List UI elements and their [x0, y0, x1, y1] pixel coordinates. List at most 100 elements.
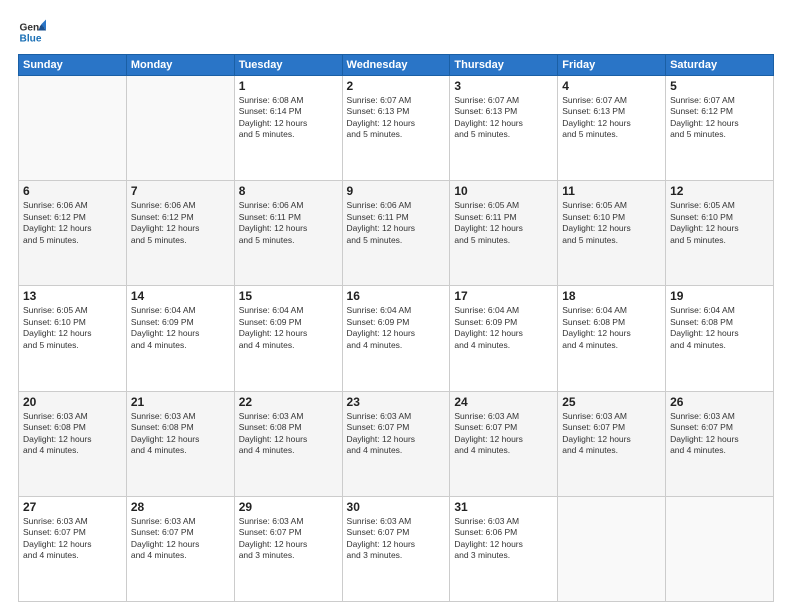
day-info: Sunrise: 6:03 AM Sunset: 6:07 PM Dayligh… [454, 411, 553, 457]
day-info: Sunrise: 6:06 AM Sunset: 6:12 PM Dayligh… [131, 200, 230, 246]
calendar-day-cell: 15Sunrise: 6:04 AM Sunset: 6:09 PM Dayli… [234, 286, 342, 391]
calendar-day-cell: 11Sunrise: 6:05 AM Sunset: 6:10 PM Dayli… [558, 181, 666, 286]
logo-icon: General Blue [18, 18, 46, 46]
day-number: 15 [239, 289, 338, 303]
day-number: 12 [670, 184, 769, 198]
day-info: Sunrise: 6:07 AM Sunset: 6:13 PM Dayligh… [347, 95, 446, 141]
logo: General Blue [18, 18, 46, 46]
day-number: 6 [23, 184, 122, 198]
calendar-day-cell: 27 Sunrise: 6:03 AM Sunset: 6:07 PM Dayli… [19, 496, 127, 601]
calendar-day-cell: 21Sunrise: 6:03 AM Sunset: 6:08 PM Dayli… [126, 391, 234, 496]
header: General Blue [18, 18, 774, 46]
day-info: Sunrise: 6:03 AM Sunset: 6:07 PM Dayligh… [23, 516, 122, 562]
day-number: 24 [454, 395, 553, 409]
calendar-day-cell: 6 Sunrise: 6:06 AM Sunset: 6:12 PM Daylig… [19, 181, 127, 286]
day-info: Sunrise: 6:04 AM Sunset: 6:08 PM Dayligh… [670, 305, 769, 351]
day-info: Sunrise: 6:06 AM Sunset: 6:11 PM Dayligh… [239, 200, 338, 246]
day-number: 8 [239, 184, 338, 198]
day-info: Sunrise: 6:07 AM Sunset: 6:12 PM Dayligh… [670, 95, 769, 141]
day-info: Sunrise: 6:03 AM Sunset: 6:07 PM Dayligh… [347, 516, 446, 562]
weekday-header-monday: Monday [126, 55, 234, 76]
calendar-day-cell: 10 Sunrise: 6:05 AM Sunset: 6:11 PM Dayli… [450, 181, 558, 286]
day-info: Sunrise: 6:03 AM Sunset: 6:08 PM Dayligh… [23, 411, 122, 457]
day-number: 19 [670, 289, 769, 303]
calendar-day-cell: 9Sunrise: 6:06 AM Sunset: 6:11 PM Daylig… [342, 181, 450, 286]
calendar-day-cell [19, 76, 127, 181]
calendar-day-cell: 8 Sunrise: 6:06 AM Sunset: 6:11 PM Daylig… [234, 181, 342, 286]
day-info: Sunrise: 6:03 AM Sunset: 6:07 PM Dayligh… [131, 516, 230, 562]
calendar-week-row: 27 Sunrise: 6:03 AM Sunset: 6:07 PM Dayli… [19, 496, 774, 601]
day-info: Sunrise: 6:04 AM Sunset: 6:09 PM Dayligh… [454, 305, 553, 351]
calendar-day-cell [666, 496, 774, 601]
weekday-header-row: SundayMondayTuesdayWednesdayThursdayFrid… [19, 55, 774, 76]
day-info: Sunrise: 6:05 AM Sunset: 6:11 PM Dayligh… [454, 200, 553, 246]
weekday-header-wednesday: Wednesday [342, 55, 450, 76]
calendar-day-cell: 1Sunrise: 6:08 AM Sunset: 6:14 PM Daylig… [234, 76, 342, 181]
day-number: 3 [454, 79, 553, 93]
day-number: 17 [454, 289, 553, 303]
day-info: Sunrise: 6:03 AM Sunset: 6:07 PM Dayligh… [239, 516, 338, 562]
day-number: 10 [454, 184, 553, 198]
day-number: 5 [670, 79, 769, 93]
day-number: 14 [131, 289, 230, 303]
calendar-day-cell: 3 Sunrise: 6:07 AM Sunset: 6:13 PM Daylig… [450, 76, 558, 181]
calendar-week-row: 20 Sunrise: 6:03 AM Sunset: 6:08 PM Dayli… [19, 391, 774, 496]
weekday-header-tuesday: Tuesday [234, 55, 342, 76]
day-info: Sunrise: 6:07 AM Sunset: 6:13 PM Dayligh… [454, 95, 553, 141]
day-info: Sunrise: 6:03 AM Sunset: 6:07 PM Dayligh… [670, 411, 769, 457]
day-info: Sunrise: 6:06 AM Sunset: 6:12 PM Dayligh… [23, 200, 122, 246]
calendar-day-cell: 12 Sunrise: 6:05 AM Sunset: 6:10 PM Dayli… [666, 181, 774, 286]
calendar-day-cell: 30 Sunrise: 6:03 AM Sunset: 6:07 PM Dayli… [342, 496, 450, 601]
calendar-day-cell: 14Sunrise: 6:04 AM Sunset: 6:09 PM Dayli… [126, 286, 234, 391]
calendar-day-cell: 22 Sunrise: 6:03 AM Sunset: 6:08 PM Dayli… [234, 391, 342, 496]
day-number: 22 [239, 395, 338, 409]
day-info: Sunrise: 6:04 AM Sunset: 6:08 PM Dayligh… [562, 305, 661, 351]
calendar-day-cell: 18 Sunrise: 6:04 AM Sunset: 6:08 PM Dayli… [558, 286, 666, 391]
calendar-table: SundayMondayTuesdayWednesdayThursdayFrid… [18, 54, 774, 602]
calendar-week-row: 13Sunrise: 6:05 AM Sunset: 6:10 PM Dayli… [19, 286, 774, 391]
calendar-day-cell: 2 Sunrise: 6:07 AM Sunset: 6:13 PM Daylig… [342, 76, 450, 181]
day-info: Sunrise: 6:06 AM Sunset: 6:11 PM Dayligh… [347, 200, 446, 246]
calendar-day-cell: 28Sunrise: 6:03 AM Sunset: 6:07 PM Dayli… [126, 496, 234, 601]
day-number: 23 [347, 395, 446, 409]
calendar-day-cell: 5 Sunrise: 6:07 AM Sunset: 6:12 PM Daylig… [666, 76, 774, 181]
day-number: 7 [131, 184, 230, 198]
day-info: Sunrise: 6:03 AM Sunset: 6:08 PM Dayligh… [131, 411, 230, 457]
day-info: Sunrise: 6:03 AM Sunset: 6:07 PM Dayligh… [562, 411, 661, 457]
day-info: Sunrise: 6:05 AM Sunset: 6:10 PM Dayligh… [670, 200, 769, 246]
day-number: 29 [239, 500, 338, 514]
day-number: 20 [23, 395, 122, 409]
day-info: Sunrise: 6:03 AM Sunset: 6:08 PM Dayligh… [239, 411, 338, 457]
calendar-week-row: 6 Sunrise: 6:06 AM Sunset: 6:12 PM Daylig… [19, 181, 774, 286]
svg-text:Blue: Blue [20, 33, 42, 44]
calendar-day-cell: 16 Sunrise: 6:04 AM Sunset: 6:09 PM Dayli… [342, 286, 450, 391]
day-number: 31 [454, 500, 553, 514]
day-info: Sunrise: 6:03 AM Sunset: 6:07 PM Dayligh… [347, 411, 446, 457]
calendar-week-row: 1Sunrise: 6:08 AM Sunset: 6:14 PM Daylig… [19, 76, 774, 181]
day-number: 27 [23, 500, 122, 514]
day-number: 11 [562, 184, 661, 198]
page: General Blue SundayMondayTuesdayWednesda… [0, 0, 792, 612]
day-number: 16 [347, 289, 446, 303]
day-number: 18 [562, 289, 661, 303]
calendar-day-cell: 17 Sunrise: 6:04 AM Sunset: 6:09 PM Dayli… [450, 286, 558, 391]
day-number: 1 [239, 79, 338, 93]
day-info: Sunrise: 6:04 AM Sunset: 6:09 PM Dayligh… [347, 305, 446, 351]
calendar-day-cell [558, 496, 666, 601]
day-number: 2 [347, 79, 446, 93]
day-number: 25 [562, 395, 661, 409]
day-number: 30 [347, 500, 446, 514]
calendar-day-cell: 20 Sunrise: 6:03 AM Sunset: 6:08 PM Dayli… [19, 391, 127, 496]
weekday-header-sunday: Sunday [19, 55, 127, 76]
day-info: Sunrise: 6:05 AM Sunset: 6:10 PM Dayligh… [23, 305, 122, 351]
calendar-day-cell: 13Sunrise: 6:05 AM Sunset: 6:10 PM Dayli… [19, 286, 127, 391]
day-number: 26 [670, 395, 769, 409]
day-number: 4 [562, 79, 661, 93]
day-info: Sunrise: 6:07 AM Sunset: 6:13 PM Dayligh… [562, 95, 661, 141]
calendar-day-cell: 4 Sunrise: 6:07 AM Sunset: 6:13 PM Daylig… [558, 76, 666, 181]
calendar-day-cell: 7 Sunrise: 6:06 AM Sunset: 6:12 PM Daylig… [126, 181, 234, 286]
calendar-day-cell: 24 Sunrise: 6:03 AM Sunset: 6:07 PM Dayli… [450, 391, 558, 496]
calendar-day-cell: 26 Sunrise: 6:03 AM Sunset: 6:07 PM Dayli… [666, 391, 774, 496]
calendar-day-cell: 29 Sunrise: 6:03 AM Sunset: 6:07 PM Dayli… [234, 496, 342, 601]
weekday-header-saturday: Saturday [666, 55, 774, 76]
